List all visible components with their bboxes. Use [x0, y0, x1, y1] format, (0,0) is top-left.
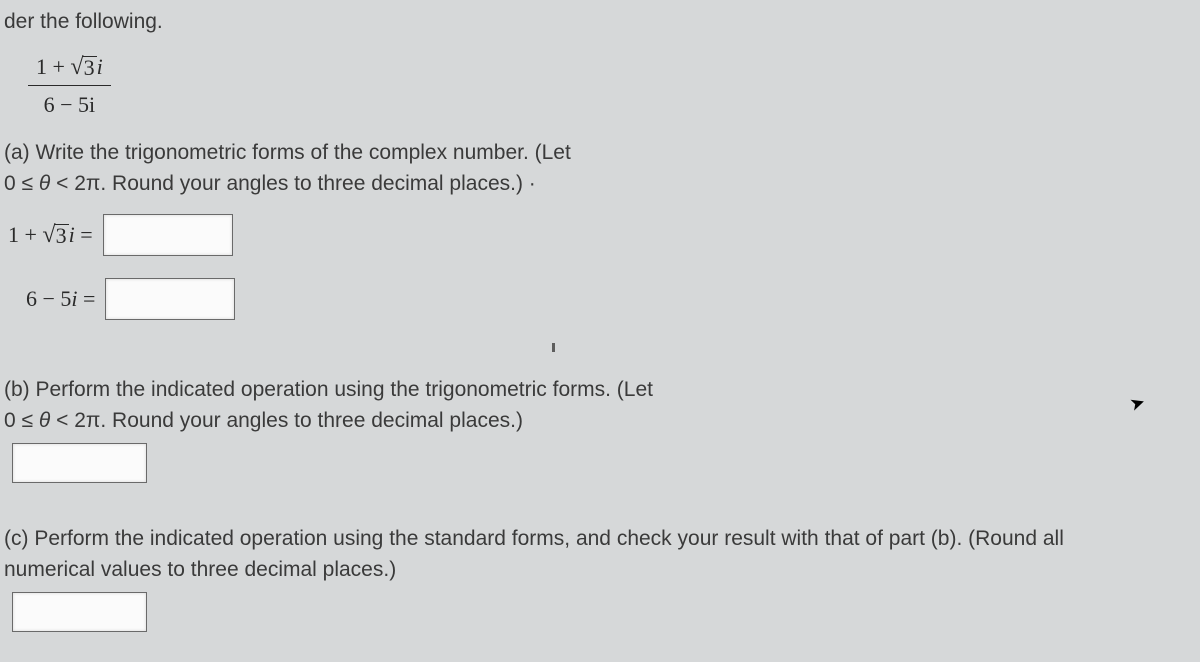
eq1-equals: =	[75, 222, 93, 247]
part-a-range-prefix: 0 ≤	[4, 172, 39, 195]
part-a: (a) Write the trigonometric forms of the…	[4, 137, 1184, 200]
fraction-numerator: 1 + √3i	[28, 50, 111, 86]
spacer	[4, 334, 1186, 368]
equation-2: 6 − 5i =	[26, 278, 1186, 320]
part-a-line2: 0 ≤ θ < 2π. Round your angles to three d…	[4, 168, 1184, 200]
given-fraction: 1 + √3i 6 − 5i	[28, 50, 111, 121]
part-b-range-suffix: < 2π. Round your angles to three decimal…	[50, 409, 523, 432]
theta-symbol: θ	[39, 409, 50, 432]
answer-input-b[interactable]	[12, 443, 147, 483]
part-a-range-suffix: < 2π. Round your angles to three decimal…	[50, 172, 536, 195]
eq1-sqrt: √3	[42, 224, 68, 247]
part-c-line2: numerical values to three decimal places…	[4, 554, 1184, 586]
answer-input-a2[interactable]	[105, 278, 235, 320]
equation-1: 1 + √3i =	[8, 214, 1186, 256]
spacer	[4, 483, 1186, 517]
imaginary-i: i	[97, 54, 103, 79]
theta-symbol: θ	[39, 172, 50, 195]
num-prefix: 1 +	[36, 54, 70, 79]
intro-text: der the following.	[4, 6, 1186, 38]
eq1-lhs: 1 + √3i =	[8, 218, 93, 251]
part-a-line1: (a) Write the trigonometric forms of the…	[4, 137, 1184, 169]
part-c-line1: (c) Perform the indicated operation usin…	[4, 523, 1184, 555]
eq2-prefix: 6 − 5	[26, 286, 71, 311]
fraction-denominator: 6 − 5i	[28, 86, 111, 121]
radicand: 3	[82, 56, 97, 79]
eq2-lhs: 6 − 5i =	[26, 282, 95, 315]
eq1-radicand: 3	[54, 224, 69, 247]
answer-input-c[interactable]	[12, 592, 147, 632]
part-b-range-prefix: 0 ≤	[4, 409, 39, 432]
part-b-line2: 0 ≤ θ < 2π. Round your angles to three d…	[4, 405, 1184, 437]
part-c: (c) Perform the indicated operation usin…	[4, 523, 1184, 586]
answer-input-a1[interactable]	[103, 214, 233, 256]
eq2-equals: =	[78, 286, 96, 311]
eq1-prefix: 1 +	[8, 222, 42, 247]
sqrt-group: √3	[70, 56, 96, 79]
part-b: (b) Perform the indicated operation usin…	[4, 374, 1184, 437]
stray-mark	[552, 343, 555, 352]
part-b-line1: (b) Perform the indicated operation usin…	[4, 374, 1184, 406]
